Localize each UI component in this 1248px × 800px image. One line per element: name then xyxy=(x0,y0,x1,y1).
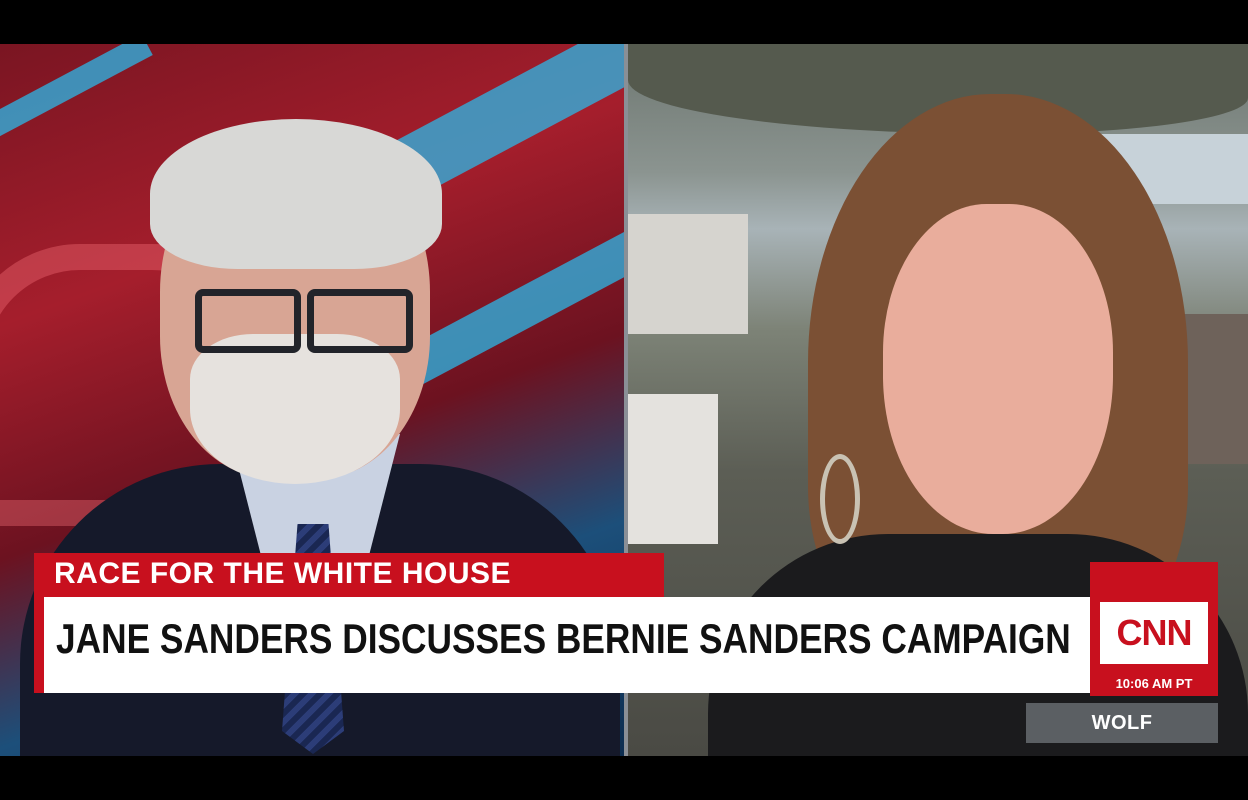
network-bug: CNN 10:06 AM PT xyxy=(1090,562,1218,696)
show-name-text: WOLF xyxy=(1091,711,1153,734)
glasses-lens-left xyxy=(195,289,301,353)
chyron-headline-text: JANE SANDERS DISCUSSES BERNIE SANDERS CA… xyxy=(56,615,1071,662)
broadcast-time: 10:06 AM PT xyxy=(1115,676,1193,691)
cnn-logo-text: CNN xyxy=(1116,612,1193,653)
show-name-tag: WOLF xyxy=(1026,703,1218,743)
host-beard xyxy=(190,334,400,484)
background-building xyxy=(628,394,718,544)
chyron-headline: JANE SANDERS DISCUSSES BERNIE SANDERS CA… xyxy=(34,597,1094,693)
chyron-kicker: RACE FOR THE WHITE HOUSE xyxy=(34,553,664,597)
guest-earring xyxy=(820,454,860,544)
host-glasses xyxy=(195,289,415,353)
glasses-lens-right xyxy=(307,289,413,353)
host-hair xyxy=(150,119,442,269)
chyron-kicker-text: RACE FOR THE WHITE HOUSE xyxy=(54,557,512,590)
cnn-logo-icon: CNN xyxy=(1100,602,1208,664)
guest-face xyxy=(883,204,1113,534)
